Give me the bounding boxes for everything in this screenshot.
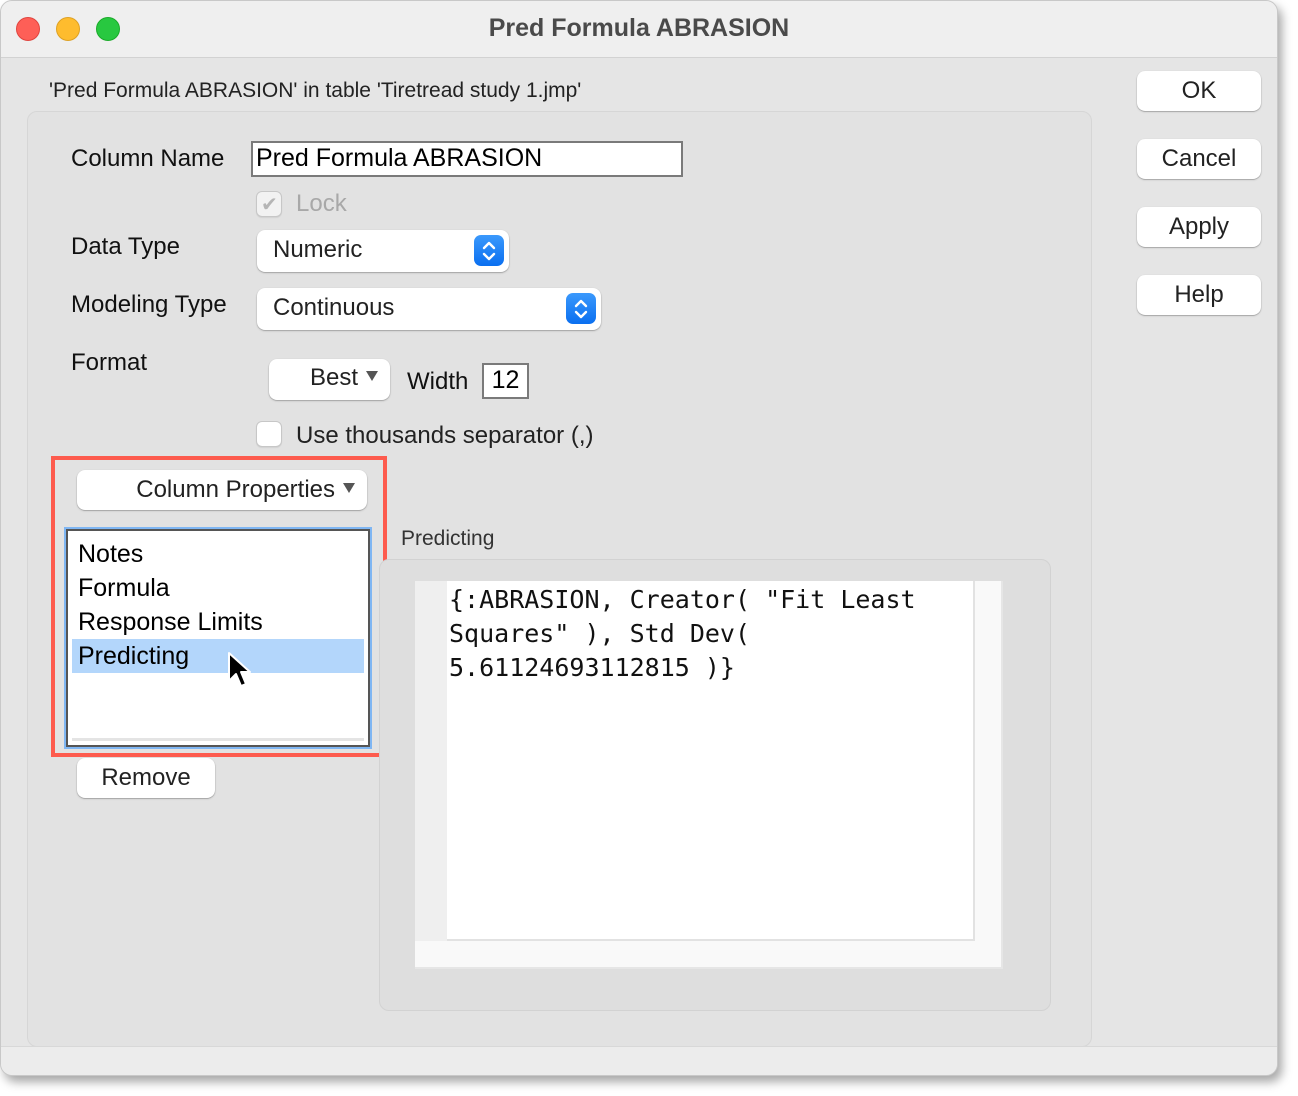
cancel-button[interactable]: Cancel (1137, 139, 1261, 179)
apply-button[interactable]: Apply (1137, 207, 1261, 247)
window-footer (1, 1046, 1277, 1075)
thousands-separator-label: Use thousands separator (,) (296, 422, 594, 449)
list-item-response-limits[interactable]: Response Limits (72, 605, 364, 639)
mouse-pointer-icon (227, 651, 253, 694)
checkmark-icon: ✔ (261, 194, 278, 216)
format-select[interactable]: Best (269, 359, 390, 400)
updown-stepper-icon (474, 235, 504, 266)
column-properties-label: Column Properties (136, 476, 335, 503)
table-subtitle: 'Pred Formula ABRASION' in table 'Tiretr… (49, 79, 582, 102)
remove-button[interactable]: Remove (77, 758, 215, 798)
list-item-notes[interactable]: Notes (72, 537, 364, 571)
column-properties-menu[interactable]: Column Properties (77, 470, 367, 510)
column-name-label: Column Name (71, 145, 225, 172)
width-label: Width (407, 368, 469, 395)
width-input[interactable]: 12 (482, 363, 529, 399)
list-item-formula[interactable]: Formula (72, 571, 364, 605)
list-item-predicting[interactable]: Predicting (72, 639, 364, 673)
properties-list-body: Notes Formula Response Limits Predicting (72, 535, 364, 741)
triangle-down-icon (366, 370, 378, 381)
column-name-input[interactable]: Pred Formula ABRASION (251, 141, 683, 177)
thousands-separator-checkbox[interactable] (256, 421, 282, 447)
data-type-label: Data Type (71, 233, 180, 260)
column-info-dialog: Pred Formula ABRASION 'Pred Formula ABRA… (0, 0, 1278, 1076)
properties-list[interactable]: Notes Formula Response Limits Predicting (64, 527, 372, 749)
title-bar[interactable]: Pred Formula ABRASION (1, 1, 1277, 58)
help-button[interactable]: Help (1137, 275, 1261, 315)
predicting-code-text[interactable]: {:ABRASION, Creator( "Fit Least Squares"… (447, 581, 975, 941)
updown-stepper-icon (566, 293, 596, 324)
format-label: Format (71, 349, 148, 376)
format-value: Best (309, 364, 358, 391)
lock-checkbox: ✔ (256, 191, 282, 217)
property-detail-label: Predicting (401, 527, 495, 550)
ok-button[interactable]: OK (1137, 71, 1261, 111)
modeling-type-label: Modeling Type (71, 291, 227, 318)
modeling-type-select[interactable]: Continuous (257, 288, 601, 330)
modeling-type-value: Continuous (273, 294, 395, 321)
lock-label: Lock (296, 190, 347, 217)
code-gutter (415, 581, 447, 941)
data-type-value: Numeric (273, 236, 363, 263)
triangle-down-icon (343, 482, 355, 493)
data-type-select[interactable]: Numeric (257, 230, 509, 272)
window-title: Pred Formula ABRASION (488, 14, 790, 42)
